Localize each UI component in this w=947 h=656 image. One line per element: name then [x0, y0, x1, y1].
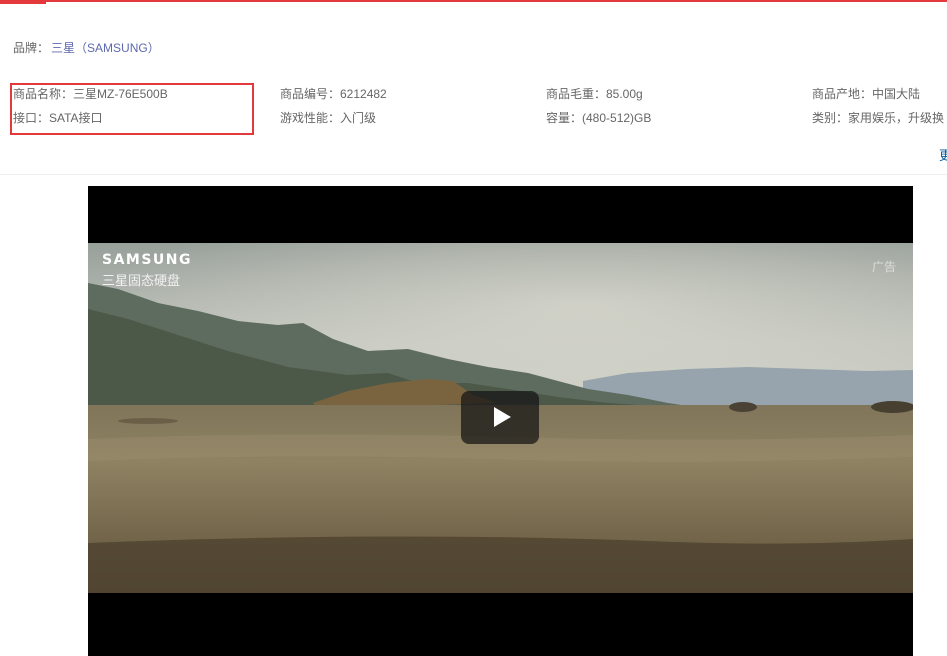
play-button[interactable] — [461, 391, 539, 444]
active-tab-indicator — [0, 0, 46, 4]
video-frame: SAMSUNG 三星固态硬盘 广告 — [88, 243, 913, 593]
param-product-name: 商品名称：三星MZ-76E500B — [13, 87, 168, 101]
brand-link[interactable]: 三星（SAMSUNG） — [51, 41, 160, 55]
brand-row: 品牌： 三星（SAMSUNG） — [13, 39, 160, 56]
video-player[interactable]: SAMSUNG 三星固态硬盘 广告 — [88, 186, 913, 656]
product-parameter-list: 商品名称：三星MZ-76E500B 商品编号：6212482 商品毛重：85.0… — [0, 86, 947, 136]
ad-label: 广告 — [871, 260, 896, 274]
param-category: 类别：家用娱乐，升级换 — [812, 111, 945, 125]
top-border-line — [0, 0, 947, 2]
param-origin: 商品产地：中国大陆 — [812, 87, 921, 101]
more-params-link[interactable]: 更 — [939, 145, 947, 164]
section-divider — [0, 174, 947, 175]
samsung-logo: SAMSUNG — [102, 252, 193, 268]
param-capacity: 容量：(480-512)GB — [546, 111, 652, 125]
video-subtitle: 三星固态硬盘 — [102, 273, 181, 288]
param-interface: 接口：SATA接口 — [13, 111, 103, 125]
param-gaming-performance: 游戏性能：入门级 — [280, 111, 377, 125]
brand-label: 品牌： — [13, 41, 50, 55]
play-icon — [494, 407, 511, 427]
param-product-id: 商品编号：6212482 — [280, 87, 387, 101]
param-gross-weight: 商品毛重：85.00g — [546, 87, 643, 101]
